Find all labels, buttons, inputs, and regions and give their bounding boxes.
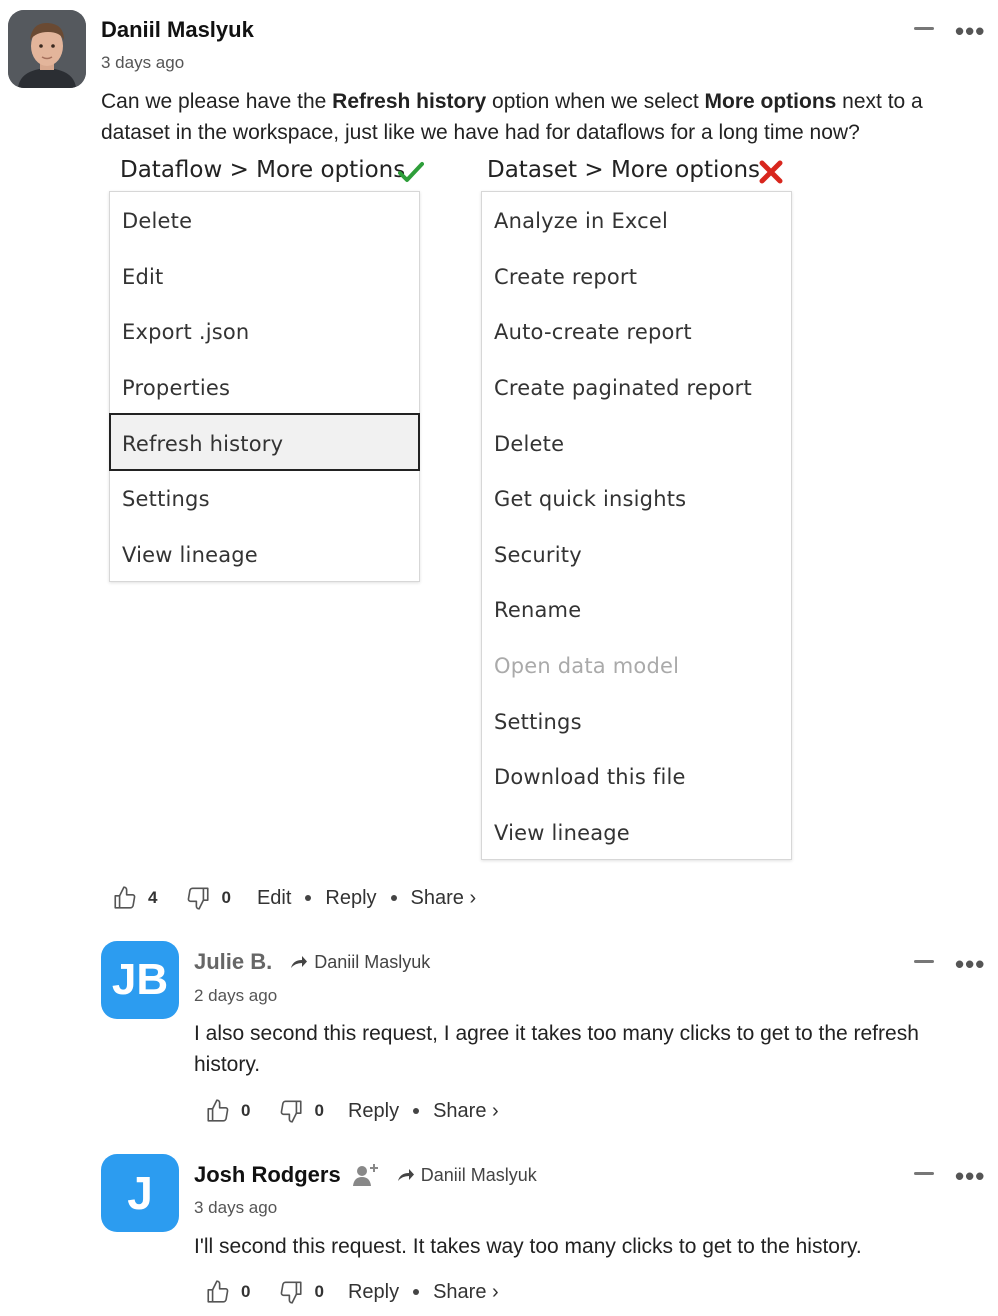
menu-item[interactable]: Security	[494, 543, 582, 567]
avatar[interactable]	[8, 10, 86, 88]
add-friend-icon[interactable]	[352, 1163, 379, 1187]
post-body-part: Can we please have the	[101, 90, 333, 113]
share-link[interactable]: Share ›	[433, 1281, 499, 1304]
thumbs-up-icon	[114, 886, 136, 909]
reply-link[interactable]: Reply	[348, 1281, 399, 1304]
menu-item[interactable]: Get quick insights	[494, 487, 686, 511]
more-options-icon[interactable]: •••	[955, 951, 985, 977]
dislike-count: 0	[314, 1282, 324, 1301]
like-count: 0	[241, 1101, 251, 1120]
reply-arrow-icon	[397, 1169, 414, 1181]
separator-dot	[413, 1108, 420, 1114]
separator-dot	[390, 895, 397, 901]
author-name[interactable]: Julie B.	[194, 949, 272, 975]
avatar[interactable]: JB	[101, 941, 179, 1019]
post-body: Can we please have the Refresh history o…	[101, 86, 981, 148]
menu-item[interactable]: Settings	[494, 710, 582, 734]
thumbs-down-icon	[281, 1100, 303, 1123]
menu-item[interactable]: View lineage	[494, 821, 630, 845]
post-body-bold: Refresh history	[332, 90, 487, 113]
reply-actions: 0 0 Reply Share ›	[205, 1098, 499, 1124]
dislike-button[interactable]: 0	[278, 1279, 324, 1305]
menu-item[interactable]: Rename	[494, 598, 581, 622]
reply-to[interactable]: Daniil Maslyuk	[397, 1165, 537, 1186]
post-body-part: option when we select	[486, 90, 705, 113]
left-menu-title: Dataflow > More options	[120, 157, 405, 183]
dataset-menu: Analyze in Excel Create report Auto-crea…	[481, 191, 792, 860]
thumbs-down-icon	[188, 887, 210, 910]
menu-item[interactable]: Analyze in Excel	[494, 209, 668, 233]
more-options-icon[interactable]: •••	[955, 18, 985, 44]
avatar[interactable]: J	[101, 1154, 179, 1232]
menu-item[interactable]: Delete	[122, 209, 192, 233]
collapse-icon[interactable]	[914, 27, 934, 30]
left-title-text: Dataflow > More options	[120, 157, 406, 183]
reply-to-name: Daniil Maslyuk	[314, 951, 431, 972]
more-options-icon[interactable]: •••	[955, 1163, 985, 1189]
share-link[interactable]: Share ›	[433, 1100, 499, 1123]
share-link[interactable]: Share ›	[411, 887, 477, 910]
menu-item[interactable]: Download this file	[494, 765, 686, 789]
edit-link[interactable]: Edit	[257, 887, 291, 910]
like-count: 4	[148, 888, 158, 907]
reply-header: Julie B. Daniil Maslyuk	[194, 949, 430, 975]
menu-item[interactable]: View lineage	[122, 543, 258, 567]
check-icon	[398, 162, 424, 182]
like-button[interactable]: 0	[205, 1098, 250, 1124]
reply-arrow-icon	[291, 956, 308, 968]
cross-icon	[759, 160, 783, 184]
reply-body: I'll second this request. It takes way t…	[194, 1235, 862, 1258]
menu-item[interactable]: Create paginated report	[494, 376, 752, 400]
dataflow-menu: Delete Edit Export .json Properties Refr…	[109, 191, 420, 582]
separator-dot	[305, 895, 312, 901]
like-button[interactable]: 4	[112, 885, 157, 911]
menu-item[interactable]: Export .json	[122, 320, 249, 344]
right-menu-title: Dataset > More options	[487, 157, 760, 183]
dislike-button[interactable]: 0	[278, 1098, 324, 1124]
collapse-icon[interactable]	[914, 1172, 934, 1175]
reply-time[interactable]: 2 days ago	[194, 986, 277, 1006]
right-title-text: Dataset > More options	[487, 157, 761, 183]
menu-item[interactable]: Edit	[122, 265, 163, 289]
post-actions: 4 0 Edit Reply Share ›	[112, 885, 476, 911]
menu-item[interactable]: Create report	[494, 265, 637, 289]
like-count: 0	[241, 1282, 251, 1301]
thumbs-up-icon	[207, 1280, 229, 1303]
reply-time[interactable]: 3 days ago	[194, 1198, 277, 1218]
embedded-screenshot[interactable]: Dataflow > More options Dataset > More o…	[100, 150, 800, 865]
reply-header: Josh Rodgers Daniil Maslyuk	[194, 1162, 537, 1188]
menu-item[interactable]: Delete	[494, 432, 564, 456]
reply-link[interactable]: Reply	[325, 887, 376, 910]
reply-link[interactable]: Reply	[348, 1100, 399, 1123]
post-body-bold: More options	[704, 90, 837, 113]
menu-item[interactable]: Settings	[122, 487, 210, 511]
post-time[interactable]: 3 days ago	[101, 53, 184, 73]
thumbs-down-icon	[281, 1281, 303, 1304]
dislike-count: 0	[314, 1101, 324, 1120]
reply-to[interactable]: Daniil Maslyuk	[290, 952, 430, 973]
reply-actions: 0 0 Reply Share ›	[205, 1279, 499, 1305]
menu-item[interactable]: Auto-create report	[494, 320, 692, 344]
thumbs-up-icon	[207, 1099, 229, 1122]
separator-dot	[413, 1289, 420, 1295]
collapse-icon[interactable]	[914, 960, 934, 963]
author-name[interactable]: Daniil Maslyuk	[101, 17, 254, 43]
dislike-button[interactable]: 0	[185, 885, 231, 911]
like-button[interactable]: 0	[205, 1279, 250, 1305]
menu-item[interactable]: Properties	[122, 376, 230, 400]
menu-item-disabled: Open data model	[494, 654, 680, 678]
dislike-count: 0	[221, 888, 231, 907]
author-name[interactable]: Josh Rodgers	[194, 1162, 341, 1188]
reply-to-name: Daniil Maslyuk	[420, 1164, 537, 1185]
menu-item-refresh-history[interactable]: Refresh history	[122, 432, 283, 456]
reply-body: I also second this request, I agree it t…	[194, 1022, 919, 1076]
